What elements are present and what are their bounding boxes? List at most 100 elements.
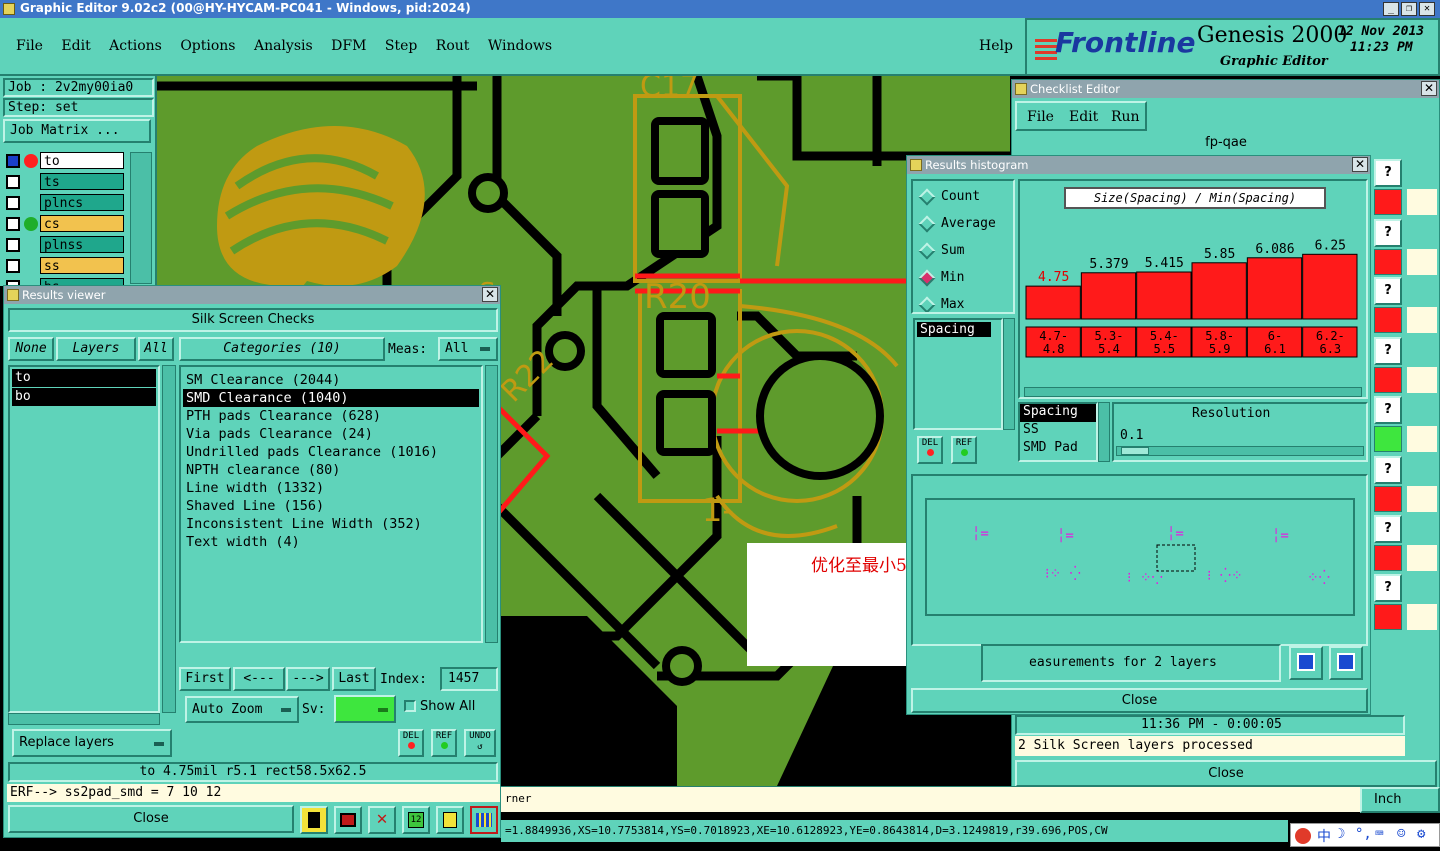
category-item[interactable]: SM Clearance (2044) — [183, 371, 479, 389]
layer-checkbox[interactable] — [6, 217, 20, 231]
close-window-button[interactable]: ✕ — [1419, 2, 1435, 16]
tool-icon-2[interactable] — [334, 806, 362, 834]
meas-dropdown[interactable]: All — [438, 337, 498, 361]
histogram-icon-a[interactable] — [1289, 646, 1323, 680]
layer-name[interactable]: ts — [40, 173, 124, 190]
menu-analysis[interactable]: Analysis — [254, 38, 313, 54]
checklist-close-button[interactable]: Close — [1015, 760, 1437, 787]
layer-checkbox[interactable] — [6, 196, 20, 210]
histogram-bar[interactable] — [1080, 272, 1137, 320]
layer-row[interactable]: ss — [4, 257, 128, 275]
auto-zoom-dropdown[interactable]: Auto Zoom — [185, 696, 299, 723]
prev-button[interactable]: <--- — [233, 667, 285, 691]
layer-name[interactable]: cs — [40, 215, 124, 232]
layer-checkbox[interactable] — [6, 154, 20, 168]
ime-user-icon[interactable]: ☺ — [1397, 826, 1405, 842]
category-item[interactable]: Undrilled pads Clearance (1016) — [183, 443, 479, 461]
measure-list-scrollbar[interactable] — [1003, 318, 1015, 430]
category-item[interactable]: Line width (1332) — [183, 479, 479, 497]
category-item[interactable]: Via pads Clearance (24) — [183, 425, 479, 443]
field-item[interactable]: SMD Pad — [1020, 440, 1096, 458]
menu-help[interactable]: Help — [979, 38, 1013, 54]
histogram-bar[interactable] — [1025, 285, 1081, 320]
layer-list-vscroll[interactable] — [162, 365, 176, 713]
minimize-button[interactable]: _ — [1383, 2, 1399, 16]
histogram-bar[interactable] — [1246, 257, 1303, 320]
histogram-icon-button[interactable] — [470, 806, 498, 834]
chart-hscroll[interactable] — [1024, 387, 1362, 397]
all-layers-button[interactable]: All — [138, 337, 174, 361]
layer-name[interactable]: plncs — [40, 194, 124, 211]
ime-settings-icon[interactable]: ⚙ — [1417, 826, 1425, 842]
replace-layers-dropdown[interactable]: Replace layers — [12, 729, 172, 757]
field-list-scrollbar[interactable] — [1098, 402, 1110, 462]
histogram-icon-b[interactable] — [1329, 646, 1363, 680]
layer-name[interactable]: plnss — [40, 236, 124, 253]
option-min[interactable]: Min — [918, 266, 1005, 293]
field-item[interactable]: SS — [1020, 422, 1096, 440]
checklist-close-icon[interactable]: ✕ — [1421, 81, 1437, 96]
tool-icon-4[interactable]: 12 — [402, 806, 430, 834]
menu-rout[interactable]: Rout — [436, 38, 470, 54]
category-item[interactable]: SMD Clearance (1040) — [183, 389, 479, 407]
category-item[interactable]: Shaved Line (156) — [183, 497, 479, 515]
layer-list-scrollbar[interactable] — [130, 152, 152, 284]
ime-lang-icon[interactable]: 中 — [1317, 826, 1331, 846]
histogram-close-icon[interactable]: ✕ — [1352, 157, 1368, 172]
unit-selector[interactable]: Inch — [1360, 787, 1440, 813]
ime-dot-icon[interactable]: °, — [1355, 826, 1372, 842]
measure-list-item[interactable]: Spacing — [917, 322, 991, 337]
slider-thumb[interactable] — [1121, 447, 1149, 455]
tool-icon-5[interactable] — [436, 806, 464, 834]
index-input[interactable]: 1457 — [440, 667, 498, 691]
menu-actions[interactable]: Actions — [109, 38, 162, 54]
layer-affected-icon[interactable] — [24, 154, 38, 168]
menu-dfm[interactable]: DFM — [331, 38, 366, 54]
layer-list-hscroll[interactable] — [8, 713, 160, 725]
menu-step[interactable]: Step — [385, 38, 417, 54]
layer-name[interactable]: to — [40, 152, 124, 169]
categories-button[interactable]: Categories (10) — [179, 337, 385, 361]
first-button[interactable]: First — [179, 667, 231, 691]
layer-name[interactable]: ss — [40, 257, 124, 274]
last-button[interactable]: Last — [332, 667, 376, 691]
checklist-menu-run[interactable]: Run — [1111, 109, 1140, 125]
none-button[interactable]: None — [8, 337, 54, 361]
layer-checkbox[interactable] — [6, 238, 20, 252]
results-viewer-close-icon[interactable]: ✕ — [482, 287, 498, 302]
layer-result-item[interactable]: to — [12, 369, 156, 387]
checklist-menu-file[interactable]: File — [1027, 109, 1054, 125]
layer-row[interactable]: plnss — [4, 236, 128, 254]
layer-row[interactable]: cs — [4, 215, 128, 233]
next-button[interactable]: ---> — [286, 667, 330, 691]
maximize-button[interactable]: ❐ — [1401, 2, 1417, 16]
resolution-slider[interactable] — [1116, 446, 1364, 456]
job-matrix-button[interactable]: Job Matrix ... — [3, 119, 151, 143]
tool-icon-3[interactable]: ✕ — [368, 806, 396, 834]
check-help-button[interactable]: ? — [1374, 396, 1402, 424]
option-max[interactable]: Max — [918, 293, 1005, 312]
undo-button[interactable]: UNDO ↺ — [464, 729, 496, 757]
ime-moon-icon[interactable]: ☽ — [1337, 826, 1345, 842]
menu-windows[interactable]: Windows — [488, 38, 552, 54]
check-help-button[interactable]: ? — [1374, 574, 1402, 602]
option-sum[interactable]: Sum — [918, 239, 1005, 266]
check-help-button[interactable]: ? — [1374, 456, 1402, 484]
histogram-del-button[interactable]: DEL — [917, 436, 943, 464]
histogram-close-button[interactable]: Close — [911, 688, 1368, 713]
tool-icon-1[interactable] — [300, 806, 328, 834]
check-help-button[interactable]: ? — [1374, 277, 1402, 305]
option-count[interactable]: Count — [918, 185, 1005, 212]
ref-button[interactable]: REF — [431, 729, 457, 757]
results-viewer-close-button[interactable]: Close — [8, 805, 294, 833]
check-help-button[interactable]: ? — [1374, 159, 1402, 187]
check-help-button[interactable]: ? — [1374, 515, 1402, 543]
option-average[interactable]: Average — [918, 212, 1005, 239]
check-help-button[interactable]: ? — [1374, 219, 1402, 247]
histogram-bar[interactable] — [1136, 271, 1192, 320]
show-all-checkbox[interactable] — [404, 700, 416, 712]
category-list-scrollbar[interactable] — [485, 365, 498, 643]
layer-checkbox[interactable] — [6, 175, 20, 189]
histogram-bar[interactable] — [1302, 253, 1358, 320]
ime-keyboard-icon[interactable]: ⌨ — [1375, 826, 1383, 842]
